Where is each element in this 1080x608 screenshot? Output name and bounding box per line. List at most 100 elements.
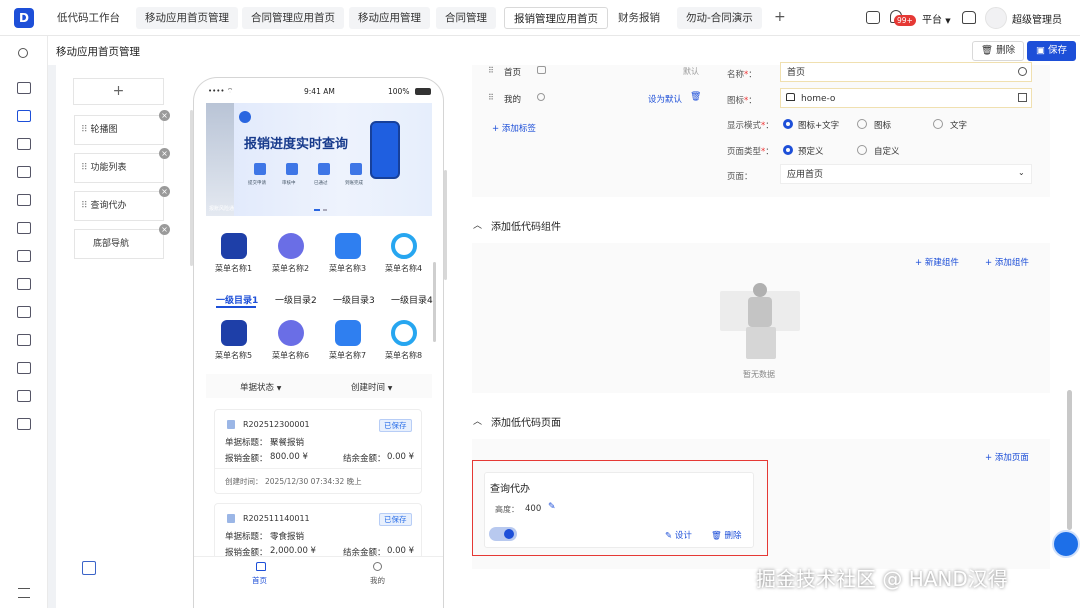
icon-picker-icon[interactable] bbox=[1018, 93, 1027, 102]
menu-icon-3[interactable] bbox=[335, 233, 361, 259]
globe-icon[interactable] bbox=[1018, 67, 1027, 76]
help-float-button[interactable] bbox=[1052, 530, 1080, 558]
design-button[interactable]: ✎ 设计 bbox=[665, 529, 692, 541]
watermark: 掘金技术社区 @ HAND汉得 bbox=[756, 567, 1008, 591]
sidebar-icon-2[interactable] bbox=[17, 110, 31, 122]
nav-mine[interactable]: 我的 bbox=[370, 575, 385, 586]
remove-bottom-nav-button[interactable]: × bbox=[159, 224, 170, 235]
menu-collapse-icon[interactable] bbox=[18, 588, 30, 598]
sidebar-icon-9[interactable] bbox=[17, 306, 31, 318]
set-default-link[interactable]: 设为默认 bbox=[648, 93, 682, 105]
tab-mobile-app-mgmt[interactable]: 移动应用管理 bbox=[349, 7, 430, 29]
save-button[interactable]: ▣ 保存 bbox=[1027, 41, 1077, 61]
delete-button[interactable]: 🗑 删除 bbox=[972, 41, 1025, 61]
sidebar-icon-13[interactable] bbox=[17, 418, 31, 430]
banner-dot[interactable] bbox=[323, 209, 327, 211]
name-input[interactable]: 首页 bbox=[780, 62, 1032, 82]
tab-mobile-home-mgmt[interactable]: 移动应用首页管理 bbox=[136, 7, 238, 29]
mode-radio-icon[interactable] bbox=[857, 119, 867, 129]
remove-function-list-button[interactable]: × bbox=[159, 148, 170, 159]
sidebar-icon-10[interactable] bbox=[17, 334, 31, 346]
remove-query-todo-button[interactable]: × bbox=[159, 186, 170, 197]
banner-dot-active[interactable] bbox=[314, 209, 320, 211]
tab-contract-home[interactable]: 合同管理应用首页 bbox=[242, 7, 344, 29]
sidebar-icon-3[interactable] bbox=[17, 138, 31, 150]
mode-radio-text[interactable] bbox=[933, 119, 943, 129]
menu-icon-8[interactable] bbox=[391, 320, 417, 346]
lowcode-components-title: 添加低代码组件 bbox=[491, 222, 561, 233]
remove-carousel-button[interactable]: × bbox=[159, 110, 170, 121]
tab-lowcode-workbench[interactable]: 低代码工作台 bbox=[48, 7, 129, 29]
sidebar-icon-1[interactable] bbox=[17, 82, 31, 94]
app-logo[interactable]: D bbox=[14, 8, 34, 28]
menu-icon-7[interactable] bbox=[335, 320, 361, 346]
sidebar-icon-7[interactable] bbox=[17, 250, 31, 262]
edit-icon[interactable]: ✎ bbox=[548, 502, 556, 512]
tab-contract-demo[interactable]: 勿动-合同演示 bbox=[677, 7, 762, 29]
expense-card[interactable]: R202511140011 已保存 单据标题： 零食报销 报销金额： 2,000… bbox=[214, 503, 422, 563]
chevron-up-icon[interactable]: ︿ bbox=[473, 414, 482, 427]
drag-handle-icon[interactable]: ⠿ bbox=[488, 93, 494, 102]
type-radio-predefined[interactable] bbox=[783, 145, 793, 155]
icon-input[interactable]: home-o bbox=[780, 88, 1032, 108]
home-icon[interactable] bbox=[256, 562, 266, 571]
nav-home[interactable]: 首页 bbox=[252, 575, 267, 586]
tab-expense-home[interactable]: 报销管理应用首页 bbox=[504, 7, 608, 29]
component-query-todo[interactable]: ⠿ 查询代办 bbox=[74, 191, 164, 221]
home-icon[interactable] bbox=[866, 11, 880, 24]
category-tab-2[interactable]: 一级目录2 bbox=[275, 293, 317, 306]
banner-carousel[interactable]: 报销进度实时查询 提交申请 审核中 已通过 到账完成 报账风险通 bbox=[206, 103, 432, 216]
user-icon[interactable] bbox=[373, 562, 382, 571]
category-tab-3[interactable]: 一级目录3 bbox=[333, 293, 375, 306]
add-component-button[interactable]: + bbox=[73, 78, 164, 105]
menu-icon-4[interactable] bbox=[391, 233, 417, 259]
component-carousel[interactable]: ⠿ 轮播图 bbox=[74, 115, 164, 145]
avatar[interactable] bbox=[985, 7, 1007, 29]
category-tab-4[interactable]: 一级目录4 bbox=[391, 293, 433, 306]
page-select[interactable]: 应用首页 bbox=[780, 164, 1032, 184]
drag-handle-icon[interactable]: ⠿ bbox=[488, 66, 494, 75]
new-component-link[interactable]: + 新建组件 bbox=[915, 256, 959, 268]
sidebar-icon-11[interactable] bbox=[17, 362, 31, 374]
grid-icon[interactable] bbox=[82, 561, 96, 575]
add-page-link[interactable]: + 添加页面 bbox=[985, 451, 1029, 463]
component-function-list[interactable]: ⠿ 功能列表 bbox=[74, 153, 164, 183]
phone-preview: •••• ⌔ 9:41 AM 100% 报销进度实时查询 提交申请 审核中 已通… bbox=[193, 77, 444, 608]
search-icon[interactable] bbox=[18, 48, 28, 58]
tab-finance-expense[interactable]: 财务报销 bbox=[609, 7, 669, 29]
drag-handle-icon[interactable]: ⠿ bbox=[81, 125, 88, 135]
trash-icon[interactable]: 🗑 bbox=[690, 92, 701, 102]
phone-inner-scrollbar[interactable] bbox=[433, 262, 436, 342]
sidebar-icon-5[interactable] bbox=[17, 194, 31, 206]
filter-status[interactable]: 单据状态 ▼ bbox=[240, 381, 281, 393]
menu-icon-2[interactable] bbox=[278, 233, 304, 259]
menu-icon-5[interactable] bbox=[221, 320, 247, 346]
type-radio-custom[interactable] bbox=[857, 145, 867, 155]
add-tab-button[interactable]: + bbox=[774, 9, 786, 25]
chevron-down-icon[interactable]: ⌄ bbox=[1018, 168, 1025, 177]
menu-icon-1[interactable] bbox=[221, 233, 247, 259]
mode-radio-icon-text[interactable] bbox=[783, 119, 793, 129]
sidebar-icon-8[interactable] bbox=[17, 278, 31, 290]
platform-switch[interactable]: 平台 ▼ bbox=[922, 11, 951, 26]
tab-contract-mgmt[interactable]: 合同管理 bbox=[436, 7, 496, 29]
page-scrollbar[interactable] bbox=[1067, 390, 1072, 530]
component-bottom-nav[interactable]: 底部导航 bbox=[74, 229, 164, 259]
filter-created-time[interactable]: 创建时间 ▼ bbox=[351, 381, 392, 393]
sidebar-icon-6[interactable] bbox=[17, 222, 31, 234]
visibility-toggle[interactable] bbox=[489, 527, 517, 541]
sidebar-icon-4[interactable] bbox=[17, 166, 31, 178]
add-tag-link[interactable]: + 添加标签 bbox=[492, 122, 536, 134]
shirt-icon[interactable] bbox=[962, 11, 976, 24]
menu-icon-6[interactable] bbox=[278, 320, 304, 346]
phone-scrollbar[interactable] bbox=[444, 170, 447, 280]
delete-page-button[interactable]: 🗑 删除 bbox=[711, 529, 742, 541]
chevron-up-icon[interactable]: ︿ bbox=[473, 218, 482, 231]
drag-handle-icon[interactable]: ⠿ bbox=[81, 163, 88, 173]
category-tab-1[interactable]: 一级目录1 bbox=[216, 293, 258, 306]
drag-handle-icon[interactable]: ⠿ bbox=[81, 201, 88, 211]
expense-card[interactable]: R202512300001 已保存 单据标题： 聚餐报销 报销金额： 800.0… bbox=[214, 409, 422, 494]
user-name[interactable]: 超级管理员 bbox=[1012, 11, 1062, 26]
sidebar-icon-12[interactable] bbox=[17, 390, 31, 402]
add-component-link[interactable]: + 添加组件 bbox=[985, 256, 1029, 268]
